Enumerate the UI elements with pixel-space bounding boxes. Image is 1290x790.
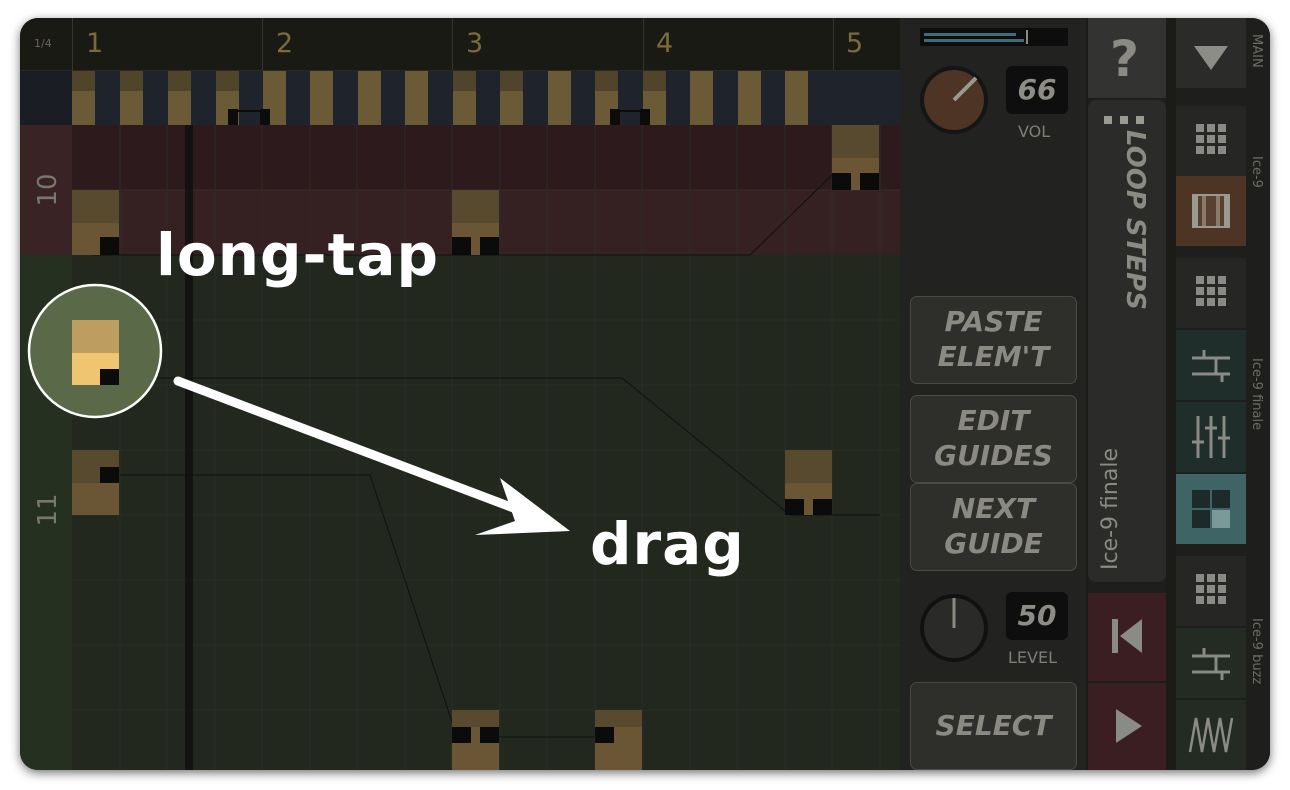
track3-waveform-button[interactable] [1176,700,1246,770]
waveform-icon [1188,717,1234,753]
play-button[interactable] [1088,683,1166,770]
paste-label-line2: ELEM'T [937,340,1050,373]
loop-steps-button[interactable]: LOOP STEPS Ice-9 finale [1088,100,1166,582]
grid-icon [1196,276,1226,306]
edit-label-line2: GUIDES [934,439,1053,472]
help-button[interactable]: ? [1088,18,1166,98]
bar-number: 2 [276,28,294,59]
track2-routing-button[interactable] [1176,330,1246,400]
level-label: LEVEL [1008,648,1057,667]
next-guide-button[interactable]: NEXT GUIDE [910,483,1077,571]
menu-dropdown-button[interactable] [1176,18,1246,88]
long-tap-label: long-tap [156,221,439,289]
bar-number: 3 [466,28,484,59]
track2-grid-button[interactable] [1176,258,1246,328]
routing-icon [1192,648,1230,680]
step-pattern [20,71,808,125]
play-icon [1116,709,1142,743]
track1-pattern-button[interactable] [1176,176,1246,246]
track3-routing-button[interactable] [1176,628,1246,698]
grid-icon [1196,574,1226,604]
track3-grid-button[interactable] [1176,556,1246,626]
level-meter [920,28,1068,46]
song-row-label: 10 [33,173,63,207]
drag-arrow-icon [173,376,570,535]
track-label-main: MAIN [1249,34,1264,68]
ruler-tick [72,18,73,70]
next-label-line1: NEXT [951,492,1036,525]
edit-guides-button[interactable]: EDIT GUIDES [910,395,1077,483]
track-label-1: Ice-9 [1249,156,1264,188]
bar-number: 1 [86,28,104,59]
mixer-icon [1192,416,1230,458]
transport-column: ? LOOP STEPS Ice-9 finale [1088,18,1166,770]
edit-label-line1: EDIT [957,404,1030,437]
rewind-button[interactable] [1088,593,1166,681]
skip-back-icon [1112,619,1142,653]
grid-icon [1196,124,1226,154]
paste-element-button[interactable]: PASTE ELEM'T [910,296,1077,384]
track-sidebar: MAIN Ice-9 Ice-9 finale Ice-9 buzz [1176,18,1270,770]
track2-mixer-button[interactable] [1176,402,1246,472]
ruler-tick [833,18,834,70]
track-label-2: Ice-9 finale [1249,358,1264,431]
next-label-line2: GUIDE [944,527,1043,560]
ruler-tick [452,18,453,70]
time-signature: 1/4 [34,37,52,50]
volume-knob[interactable] [918,64,990,136]
level-knob[interactable] [918,592,990,664]
track1-grid-button[interactable] [1176,106,1246,176]
blocks-icon [1192,490,1230,528]
ruler-tick [643,18,644,70]
triangle-down-icon [1194,46,1228,70]
track2-blocks-button[interactable] [1176,474,1246,544]
bar-number: 5 [846,28,864,59]
song-row-label: 11 [33,493,63,527]
control-panel: 66 VOL PASTE ELEM'T EDIT GUIDES NEXT GUI… [900,18,1086,770]
drag-label: drag [590,510,745,578]
app-window: 1/4 1 2 3 4 5 10 11 long-tap drag 66 VOL… [20,18,1270,770]
song-row-10-header[interactable]: 10 [20,125,72,255]
pattern-name-label: Ice-9 finale [1098,448,1123,570]
timeline-ruler[interactable]: 1/4 1 2 3 4 5 [20,18,900,71]
paste-label-line1: PASTE [944,305,1043,338]
select-button[interactable]: SELECT [910,682,1077,770]
track-label-3: Ice-9 buzz [1249,618,1264,685]
routing-icon [1192,350,1230,382]
step-row[interactable] [20,71,900,125]
long-tap-highlight[interactable] [26,282,166,422]
select-label: SELECT [935,709,1052,742]
loop-steps-label: LOOP STEPS [1120,130,1150,310]
volume-label: VOL [1018,122,1051,141]
ruler-tick [262,18,263,70]
help-icon: ? [1110,30,1140,88]
bar-number: 4 [656,28,674,59]
level-value[interactable]: 50 [1006,592,1068,640]
volume-value[interactable]: 66 [1006,66,1068,114]
pattern-icon [1192,194,1230,228]
